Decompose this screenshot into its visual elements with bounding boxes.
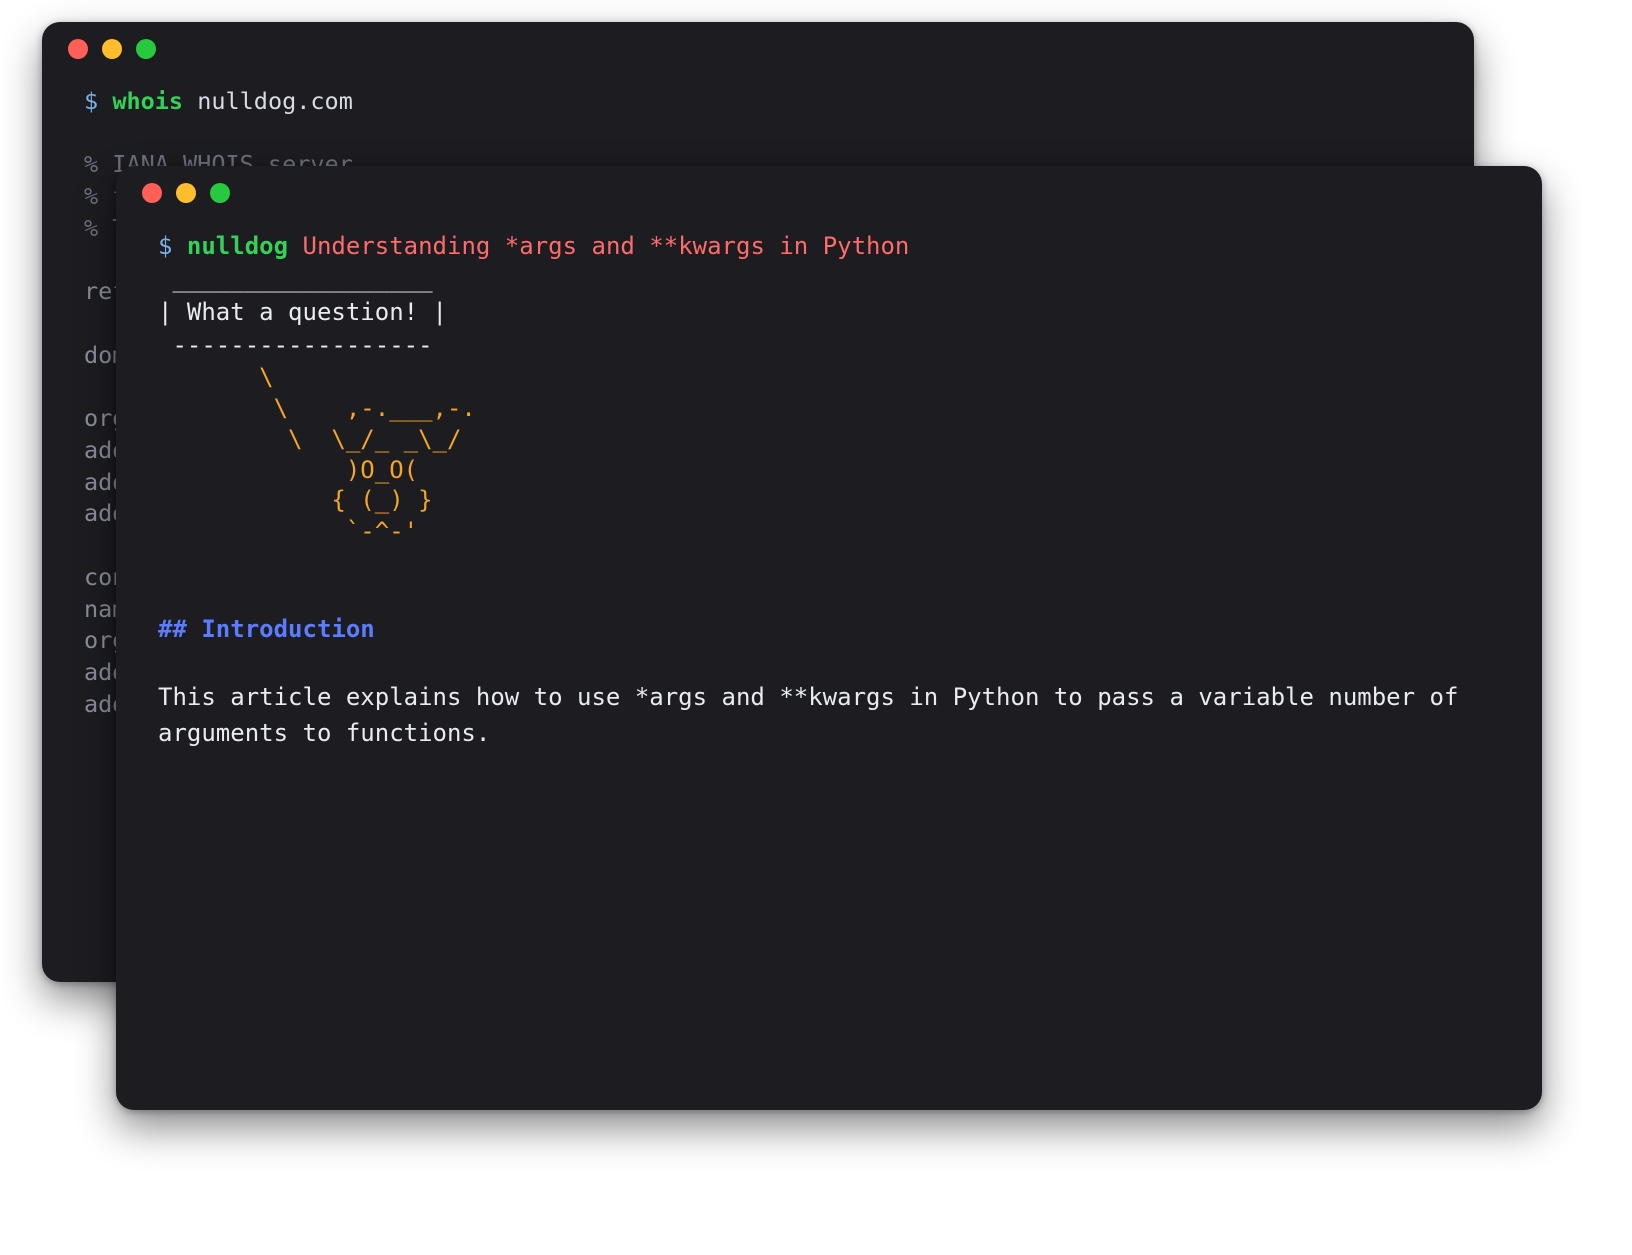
speech-bubble-top: __________________: [158, 265, 433, 293]
command-name: whois: [112, 87, 183, 115]
terminal-window-front: $ nulldog Understanding *args and **kwar…: [116, 166, 1542, 1110]
dog-ascii-art-icon: \ \ ,-.___,-. \ \_/_ _\_/ )O_O( { (_) } …: [158, 362, 1500, 546]
close-icon[interactable]: [142, 183, 162, 203]
prompt-sigil: $: [158, 232, 172, 260]
speech-bubble-text: | What a question! |: [158, 298, 447, 326]
section-heading: ## Introduction: [158, 615, 375, 643]
minimize-icon[interactable]: [102, 39, 122, 59]
speech-bubble-bottom: ------------------: [158, 331, 433, 359]
maximize-icon[interactable]: [136, 39, 156, 59]
minimize-icon[interactable]: [176, 183, 196, 203]
command-arg: nulldog.com: [197, 87, 353, 115]
close-icon[interactable]: [68, 39, 88, 59]
maximize-icon[interactable]: [210, 183, 230, 203]
titlebar-front: [116, 166, 1542, 220]
prompt-sigil: $: [84, 87, 98, 115]
command-name: nulldog: [187, 232, 288, 260]
command-arg: Understanding *args and **kwargs in Pyth…: [303, 232, 910, 260]
article-body: This article explains how to use *args a…: [158, 683, 1458, 747]
titlebar-back: [42, 22, 1474, 76]
terminal-content-front: $ nulldog Understanding *args and **kwar…: [116, 220, 1542, 781]
